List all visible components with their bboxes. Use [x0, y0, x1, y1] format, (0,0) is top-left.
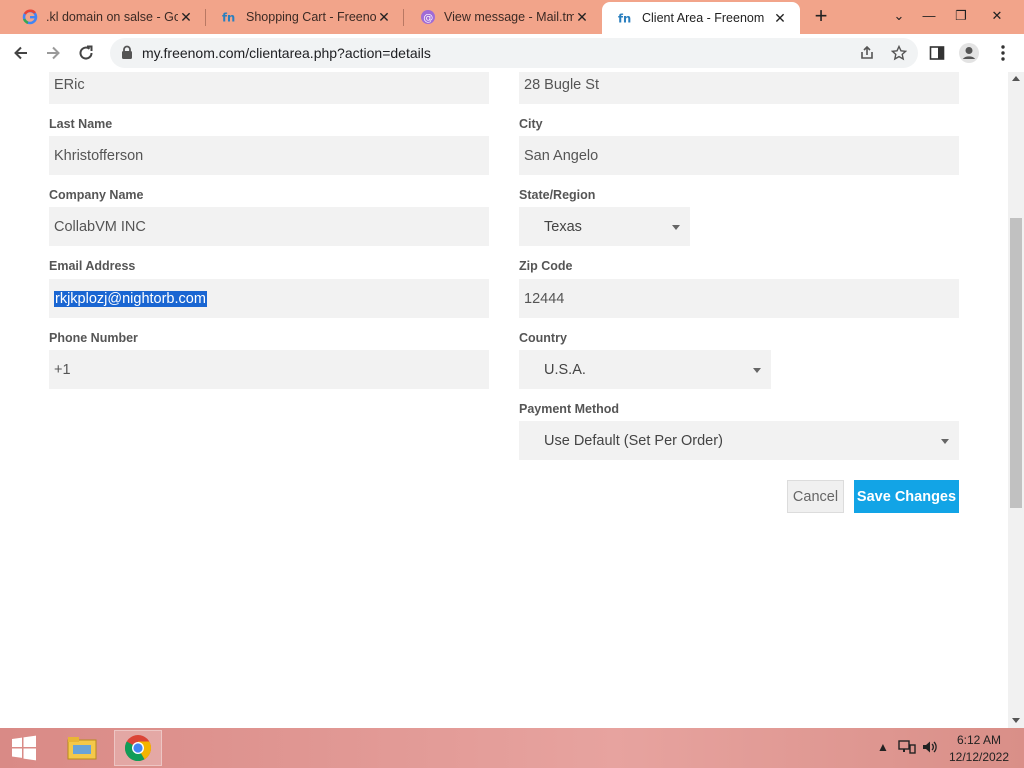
taskbar-clock-time[interactable]: 6:12 AM	[944, 733, 1014, 747]
last-name-input[interactable]: Khristofferson	[49, 136, 489, 175]
zip-code-label: Zip Code	[519, 259, 573, 273]
share-icon[interactable]	[856, 42, 878, 64]
payment-method-label: Payment Method	[519, 402, 620, 416]
mail-tm-icon: @	[420, 9, 436, 25]
tab-client-area[interactable]: fn Client Area - Freenom ✕	[602, 2, 800, 34]
city-label: City	[519, 117, 543, 131]
scroll-thumb[interactable]	[1010, 218, 1022, 508]
phone-number-label: Phone Number	[49, 331, 138, 345]
close-tab-icon[interactable]: ✕	[178, 9, 194, 25]
phone-number-input[interactable]: +1	[49, 350, 489, 389]
payment-method-select[interactable]: Use Default (Set Per Order)	[519, 421, 959, 460]
tab-title: .kl domain on salse - Goo	[46, 10, 178, 24]
dropdown-caret-icon	[941, 438, 949, 444]
browser-tab-strip: .kl domain on salse - Goo ✕ fn Shopping …	[0, 0, 1024, 34]
lock-icon[interactable]	[121, 45, 133, 65]
freenom-icon: fn	[222, 9, 238, 25]
save-changes-button[interactable]: Save Changes	[854, 480, 959, 513]
tab-search-chevron-icon[interactable]: ⌄	[884, 4, 914, 28]
reload-icon	[79, 45, 93, 60]
scroll-down-arrow-icon[interactable]	[1012, 718, 1020, 723]
cancel-button[interactable]: Cancel	[787, 480, 844, 513]
new-tab-button[interactable]: +	[810, 5, 832, 28]
tab-mail-tm[interactable]: @ View message - Mail.tm ✕	[404, 0, 602, 34]
reload-button[interactable]	[75, 42, 97, 64]
client-details-form: ERic Last Name Khristofferson Company Na…	[0, 72, 1008, 728]
state-region-select[interactable]: Texas	[519, 207, 690, 246]
bookmark-star-icon[interactable]	[888, 42, 910, 64]
chrome-taskbar-button[interactable]	[114, 730, 162, 766]
chrome-icon	[124, 735, 152, 762]
svg-text:@: @	[423, 13, 433, 24]
profile-avatar-icon[interactable]	[958, 42, 980, 64]
browser-menu-icon[interactable]	[992, 42, 1014, 64]
browser-toolbar: my.freenom.com/clientarea.php?action=det…	[0, 34, 1024, 73]
country-select[interactable]: U.S.A.	[519, 350, 771, 389]
tab-title: Shopping Cart - Freenom	[246, 10, 376, 24]
selected-email-text[interactable]: rkjkplozj@nightorb.com	[54, 290, 207, 307]
company-name-label: Company Name	[49, 188, 144, 202]
tab-google-search[interactable]: .kl domain on salse - Goo ✕	[6, 0, 206, 34]
dropdown-caret-icon	[753, 367, 761, 373]
restore-button[interactable]: ❐	[946, 4, 976, 28]
country-label: Country	[519, 331, 567, 345]
minimize-button[interactable]: —	[914, 4, 944, 28]
tab-title: Client Area - Freenom	[642, 11, 765, 25]
last-name-label: Last Name	[49, 117, 113, 131]
taskbar-clock-date[interactable]: 12/12/2022	[944, 750, 1014, 764]
state-region-value: Texas	[544, 218, 582, 235]
address-bar[interactable]: my.freenom.com/clientarea.php?action=det…	[110, 38, 918, 68]
forward-arrow-icon	[47, 46, 60, 60]
city-input[interactable]: San Angelo	[519, 136, 959, 175]
google-icon	[22, 9, 38, 25]
file-explorer-button[interactable]	[58, 730, 106, 766]
network-icon[interactable]	[898, 739, 916, 758]
address-input[interactable]: 28 Bugle St	[519, 72, 959, 104]
dropdown-caret-icon	[672, 224, 680, 230]
volume-icon[interactable]	[921, 739, 939, 758]
windows-logo-icon	[12, 735, 36, 761]
close-tab-icon[interactable]: ✕	[376, 9, 392, 25]
close-tab-icon[interactable]: ✕	[772, 10, 788, 26]
svg-text:fn: fn	[618, 11, 631, 25]
back-button[interactable]	[10, 42, 32, 64]
url-text[interactable]: my.freenom.com/clientarea.php?action=det…	[142, 45, 431, 61]
page-scrollbar[interactable]	[1008, 72, 1024, 728]
close-tab-icon[interactable]: ✕	[574, 9, 590, 25]
zip-code-input[interactable]: 12444	[519, 279, 959, 318]
state-region-label: State/Region	[519, 188, 596, 202]
scroll-up-arrow-icon[interactable]	[1012, 76, 1020, 81]
windows-taskbar: ▲ 6:12 AM 12/12/2022	[0, 728, 1024, 768]
close-window-button[interactable]: ✕	[982, 4, 1012, 28]
freenom-icon: fn	[618, 10, 634, 26]
svg-text:fn: fn	[222, 10, 235, 24]
side-panel-icon[interactable]	[926, 42, 948, 64]
forward-button[interactable]	[42, 42, 64, 64]
tab-shopping-cart[interactable]: fn Shopping Cart - Freenom ✕	[206, 0, 404, 34]
folder-icon	[67, 737, 97, 760]
start-button[interactable]	[0, 728, 48, 768]
back-arrow-icon	[14, 46, 27, 60]
payment-method-value: Use Default (Set Per Order)	[544, 432, 723, 449]
country-value: U.S.A.	[544, 361, 586, 378]
company-name-input[interactable]: CollabVM INC	[49, 207, 489, 246]
email-address-label: Email Address	[49, 259, 136, 273]
email-address-input[interactable]: rkjkplozj@nightorb.com	[49, 279, 489, 318]
first-name-input[interactable]: ERic	[49, 72, 489, 104]
tab-title: View message - Mail.tm	[444, 10, 574, 24]
show-hidden-icons-chevron[interactable]: ▲	[877, 740, 889, 754]
